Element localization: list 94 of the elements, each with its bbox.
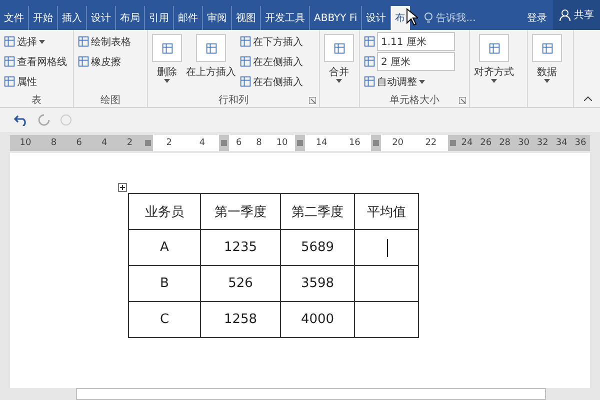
dialog-launcher-icon[interactable]: [309, 97, 316, 104]
table-cell: A: [128, 230, 200, 266]
table-icon: [4, 56, 15, 67]
table-icon: [4, 36, 15, 47]
ruler-number: 10: [20, 138, 32, 148]
caret-icon: [164, 79, 170, 83]
share-button[interactable]: 共享: [553, 0, 600, 30]
ruler-number: 8: [256, 138, 262, 148]
table-icon: [78, 56, 89, 67]
ruler-number: 20: [392, 138, 404, 148]
table-cell: 3598: [280, 266, 354, 302]
table-cell: 1235: [200, 230, 280, 266]
ruler-number: 6: [76, 138, 82, 148]
ruler-number: 4: [102, 138, 108, 148]
tell-me-field[interactable]: 告诉我...: [424, 6, 476, 30]
row-height-icon: [364, 56, 375, 67]
column-marker-icon[interactable]: [144, 140, 150, 146]
undo-icon[interactable]: [14, 114, 28, 126]
table-icon: [162, 42, 172, 54]
column-marker-icon[interactable]: [450, 140, 456, 146]
table-cell: 1258: [200, 302, 280, 338]
lightbulb-icon: [424, 12, 434, 24]
table-header-cell: 第一季度: [200, 194, 280, 230]
column-marker-icon[interactable]: [220, 140, 227, 146]
redo-icon[interactable]: [38, 114, 50, 126]
ruler-number: 14: [316, 138, 328, 148]
table-icon: [240, 76, 251, 87]
table-icon: [4, 76, 15, 87]
ruler-number: 6: [236, 138, 242, 148]
table-icon: [334, 42, 344, 54]
scrollbar-thumb[interactable]: [76, 388, 546, 400]
table-header-cell: 第二季度: [280, 194, 354, 230]
ruler-number: 16: [348, 138, 360, 148]
ribbon-button[interactable]: 自动调整: [364, 72, 425, 91]
ruler-number: 32: [536, 138, 548, 148]
table-cell: 526: [200, 266, 280, 302]
ribbon-button[interactable]: 查看网格线: [4, 52, 67, 71]
size-field[interactable]: 1.11 厘米: [377, 32, 455, 51]
table-icon: [542, 42, 552, 54]
ribbon-tab[interactable]: 布: [391, 6, 410, 30]
ribbon-button[interactable]: 绘制表格: [78, 32, 131, 51]
ruler-number: 28: [499, 138, 511, 148]
column-marker-icon[interactable]: [297, 140, 303, 146]
group-label: 绘图: [100, 94, 122, 107]
ruler-number: 34: [556, 138, 568, 148]
circle-icon[interactable]: [60, 114, 72, 126]
table-cell: 5689: [280, 230, 354, 266]
caret-icon: [336, 79, 342, 83]
group-label: 行和列: [218, 94, 250, 107]
table-header-cell: 业务员: [128, 194, 200, 230]
dialog-launcher-icon[interactable]: [459, 97, 466, 104]
caret-icon: [544, 79, 550, 83]
ruler-number: 24: [461, 138, 473, 148]
ruler-number: 22: [425, 138, 437, 148]
ruler-number: 26: [480, 138, 492, 148]
ribbon-button[interactable]: 对齐方式: [474, 32, 514, 83]
ribbon-button[interactable]: 选择: [4, 32, 45, 51]
group-label: 表: [30, 94, 42, 107]
table-icon: [364, 76, 375, 87]
caret-icon: [419, 80, 425, 84]
group-label: 单元格大小: [388, 94, 440, 107]
ribbon-button[interactable]: 橡皮擦: [78, 52, 121, 71]
ruler-number: 8: [50, 138, 57, 148]
table-cell: C: [128, 302, 200, 338]
ribbon-button[interactable]: 在左侧插入: [240, 52, 303, 71]
ruler-number: 36: [574, 138, 586, 148]
table-icon: [240, 56, 251, 67]
ribbon-button[interactable]: 在上方插入: [186, 32, 236, 79]
ruler-number: 4: [199, 138, 206, 148]
table-icon: [488, 42, 500, 54]
mouse-pointer-icon: [406, 8, 418, 26]
table-cell: B: [128, 266, 200, 302]
ruler-number: 30: [518, 138, 530, 148]
table-icon: [206, 42, 216, 54]
ruler-number: 2: [166, 138, 172, 148]
table-icon: [240, 36, 251, 47]
text-cursor: [387, 239, 388, 257]
person-icon: [559, 9, 571, 21]
caret-icon: [491, 79, 497, 83]
column-marker-icon[interactable]: [373, 140, 380, 146]
table-cell: 4000: [280, 302, 354, 338]
table-move-handle-icon[interactable]: [118, 183, 127, 192]
row-height-icon: [364, 36, 375, 47]
caret-icon: [39, 40, 45, 44]
ribbon-button[interactable]: 在下方插入: [240, 32, 303, 51]
ruler-number: 10: [276, 138, 288, 148]
ribbon-button[interactable]: 属性: [4, 72, 37, 91]
table-header-cell: 平均值: [354, 194, 418, 230]
ribbon-button[interactable]: 在右侧插入: [240, 72, 303, 91]
ruler-number: 2: [126, 138, 133, 148]
sign-in-link[interactable]: 登录: [521, 6, 553, 30]
collapse-icon[interactable]: [584, 96, 592, 101]
size-field[interactable]: 2 厘米: [377, 52, 455, 71]
table-icon: [78, 36, 89, 47]
